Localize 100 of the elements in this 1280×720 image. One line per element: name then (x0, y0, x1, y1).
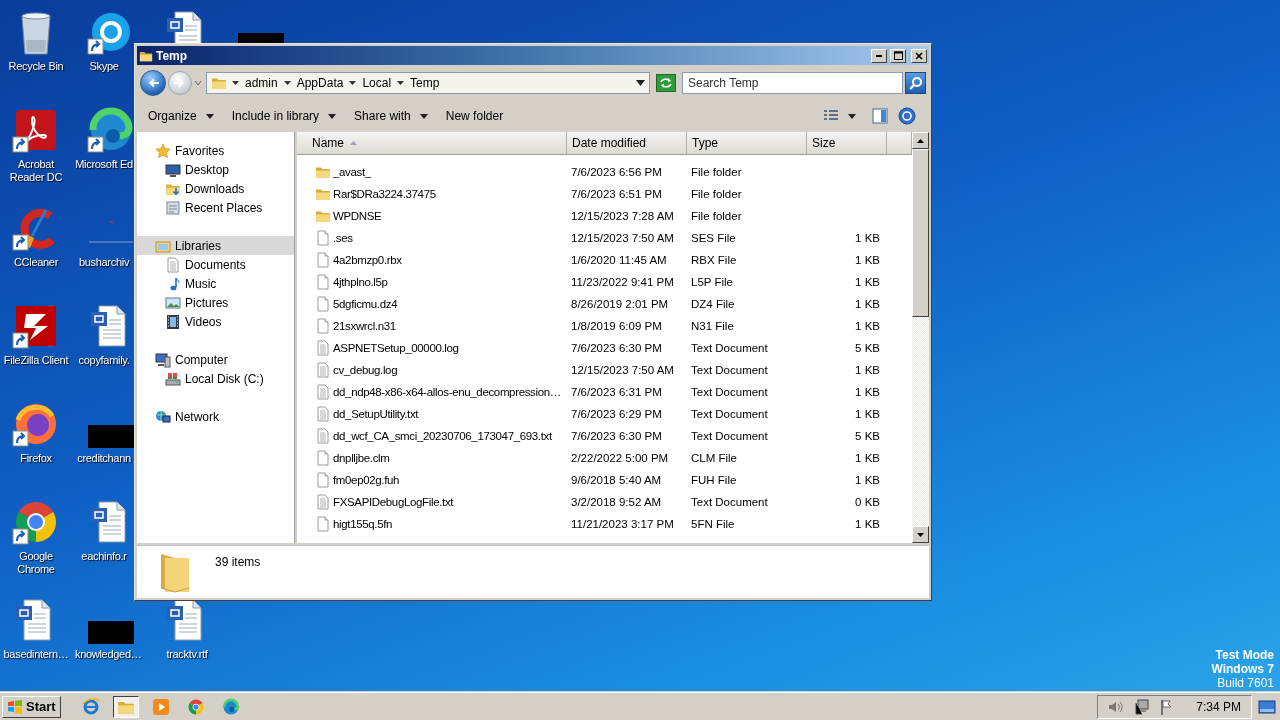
network-icon (155, 408, 171, 425)
size-cell-text: 1 KB (854, 474, 881, 486)
start-button[interactable]: Start (2, 695, 61, 718)
file-name[interactable]: dnplljbe.clm (315, 450, 567, 466)
breadcrumb[interactable]: admin (244, 75, 279, 90)
sort-arrow-icon (350, 141, 357, 145)
file-icon (315, 296, 331, 312)
maximize-icon (893, 51, 903, 60)
help-icon (898, 107, 916, 125)
nav-item[interactable]: Documents (137, 255, 294, 274)
text-file-icon (315, 340, 331, 356)
nav-item[interactable]: Libraries (137, 236, 294, 255)
down-arrow-icon (917, 532, 924, 537)
file-name[interactable]: Rar$DRa3224.37475 (315, 186, 567, 202)
nav-item[interactable]: Local Disk (C:) (137, 369, 294, 388)
caret-icon (848, 113, 856, 119)
file-name[interactable]: 4a2bmzp0.rbx (315, 252, 567, 268)
icon-label: FileZilla Client (3, 354, 69, 367)
column-header[interactable]: Type (687, 132, 807, 154)
size-cell-text: 5 KB (854, 430, 881, 442)
icon-label: basedintern… (3, 648, 69, 661)
nav-item[interactable]: Network (137, 407, 294, 426)
text-file-icon (315, 362, 331, 378)
nav-item[interactable]: Downloads (137, 179, 294, 198)
date-cell-text: 7/6/2023 6:29 PM (570, 408, 663, 420)
search-button[interactable] (905, 71, 926, 94)
file-name[interactable]: fm0ep02g.fuh (315, 472, 567, 488)
toolbar-button[interactable]: Organize (142, 106, 220, 126)
toolbar-button[interactable]: Share with (348, 106, 434, 126)
file-name[interactable]: .ses (315, 230, 567, 246)
nav-item[interactable]: Videos (137, 312, 294, 331)
test-mode-notice: Test Mode (1214, 648, 1274, 662)
taskbar-button[interactable] (112, 695, 139, 718)
nav-item[interactable]: Desktop (137, 160, 294, 179)
date-cell-text: 12/15/2023 7:50 AM (570, 232, 675, 244)
type-cell-text: RBX File (690, 254, 738, 266)
breadcrumb[interactable]: AppData (295, 75, 345, 90)
caret-icon (397, 79, 405, 86)
date-cell-text: 8/26/2019 2:01 PM (570, 298, 670, 310)
preview-pane-icon[interactable] (872, 108, 888, 124)
window-title: Temp (156, 48, 188, 63)
file-name[interactable]: ASPNETSetup_00000.log (315, 340, 567, 356)
picture-icon (165, 294, 181, 311)
file-name[interactable]: 5dgficmu.dz4 (315, 296, 567, 312)
file-name[interactable]: 21sxwrcl.n31 (315, 318, 567, 334)
nav-item[interactable]: Pictures (137, 293, 294, 312)
toolbar-button[interactable]: New folder (439, 106, 510, 126)
type-cell-text: N31 File (690, 320, 735, 332)
column-header[interactable]: Date modified (567, 132, 687, 154)
file-name[interactable]: 4jthplno.l5p (315, 274, 567, 290)
search-icon (908, 75, 923, 90)
address-bar[interactable]: admin AppData Local Temp (206, 71, 650, 94)
file-name[interactable]: dd_ndp48-x86-x64-allos-enu_decompression… (315, 384, 567, 400)
caret-icon (205, 113, 214, 119)
arrow-icon (146, 76, 160, 89)
ie-icon (81, 697, 100, 716)
test-mode-notice: Build 7601 (1216, 676, 1274, 690)
nav-item[interactable]: Recent Places (137, 198, 294, 217)
type-cell-text: File folder (690, 166, 743, 178)
disk-drive-icon (165, 370, 181, 387)
caret-icon (232, 79, 239, 86)
text-file-icon (315, 494, 331, 510)
close-button[interactable] (911, 48, 927, 63)
film-icon (165, 313, 181, 330)
show-desktop-icon[interactable] (1258, 699, 1276, 714)
file-name[interactable]: dd_wcf_CA_smci_20230706_173047_693.txt (315, 428, 567, 444)
back-button[interactable] (140, 69, 166, 96)
file-name[interactable]: _avast_ (315, 164, 567, 180)
maximize-button[interactable] (890, 48, 906, 63)
size-cell-text: 1 KB (854, 364, 881, 376)
text-file-icon (315, 428, 331, 444)
size-cell-text: 1 KB (854, 518, 881, 530)
minimize-icon (876, 54, 882, 57)
scrollbar[interactable] (912, 132, 929, 543)
date-cell-text: 1/6/2020 11:45 AM (570, 254, 668, 266)
breadcrumb[interactable]: Temp (409, 75, 441, 90)
column-header[interactable]: Name (304, 132, 567, 154)
size-cell-text: 5 KB (854, 342, 881, 354)
icon-label: creditchann (76, 452, 132, 465)
breadcrumb[interactable]: Local (361, 75, 393, 90)
file-name[interactable]: WPDNSE (315, 208, 567, 224)
computer-icon (155, 351, 171, 368)
nav-item[interactable]: Favorites (137, 141, 294, 160)
clock[interactable]: 7:34 PM (1196, 699, 1241, 714)
windows-flag-icon (7, 699, 23, 714)
toolbar-button[interactable]: Include in library (225, 106, 343, 126)
search-field[interactable]: Search Temp (682, 71, 903, 94)
type-cell-text: Text Document (690, 342, 769, 354)
star-icon (155, 142, 171, 159)
nav-item[interactable]: Music (137, 274, 294, 293)
file-name[interactable]: higt155q.5fn (315, 516, 567, 532)
type-cell-text: SES File (690, 232, 737, 244)
file-name[interactable]: cv_debug.log (315, 362, 567, 378)
refresh-button[interactable] (656, 73, 676, 92)
column-header[interactable]: Size (807, 132, 887, 154)
date-cell-text: 7/6/2023 6:30 PM (570, 430, 663, 442)
file-name[interactable]: dd_SetupUtility.txt (315, 406, 567, 422)
file-name[interactable]: FXSAPIDebugLogFile.txt (315, 494, 567, 510)
nav-item[interactable]: Computer (137, 350, 294, 369)
minimize-button[interactable] (871, 48, 887, 63)
